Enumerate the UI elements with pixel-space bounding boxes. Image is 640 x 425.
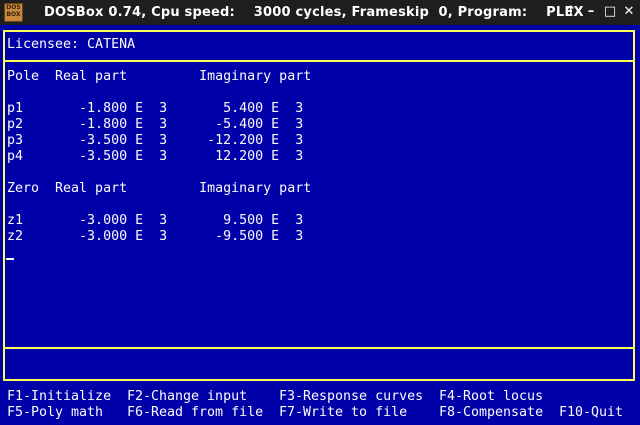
licensee-label: Licensee: CATENA	[7, 37, 136, 52]
f2-change-input-key[interactable]: F2-Change input	[127, 389, 247, 405]
frame-bottom-border	[3, 379, 635, 381]
header-divider	[3, 60, 635, 62]
f6-read-from-file-key[interactable]: F6-Read from file	[127, 405, 263, 421]
f10-quit-key[interactable]: F10-Quit	[559, 405, 623, 421]
zero-row: z1 -3.000 E 3 9.500 E 3	[7, 213, 304, 228]
close-icon[interactable]: ✕	[620, 3, 638, 21]
f1-initialize-key[interactable]: F1-Initialize	[7, 389, 111, 405]
frame-right-border	[633, 30, 635, 381]
f4-root-locus-key[interactable]: F4-Root locus	[439, 389, 543, 405]
zero-row: z2 -3.000 E 3 -9.500 E 3	[7, 229, 304, 244]
f3-response-curves-key[interactable]: F3-Response curves	[279, 389, 423, 405]
maximize-up-icon[interactable]: ↑	[562, 3, 580, 21]
text-cursor	[6, 258, 14, 260]
zero-heading: Zero Real part Imaginary part	[7, 181, 312, 196]
status-divider	[3, 347, 635, 349]
pole-row: p2 -1.800 E 3 -5.400 E 3	[7, 117, 304, 132]
dosbox-logo-icon: DOS BOX	[4, 3, 23, 22]
f7-write-to-file-key[interactable]: F7-Write to file	[279, 405, 407, 421]
f8-compensate-key[interactable]: F8-Compensate	[439, 405, 543, 421]
frame-left-border	[3, 30, 5, 381]
pole-row: p1 -1.800 E 3 5.400 E 3	[7, 101, 304, 116]
minimize-icon[interactable]: –	[582, 3, 600, 21]
pole-heading: Pole Real part Imaginary part	[7, 69, 312, 84]
pole-row: p4 -3.500 E 3 12.200 E 3	[7, 149, 304, 164]
window-titlebar[interactable]: DOS BOX DOSBox 0.74, Cpu speed: 3000 cyc…	[0, 0, 640, 25]
pole-row: p3 -3.500 E 3 -12.200 E 3	[7, 133, 304, 148]
restore-icon[interactable]: □	[601, 3, 619, 21]
f5-poly-math-key[interactable]: F5-Poly math	[7, 405, 103, 421]
frame-top-border	[3, 30, 635, 32]
dos-screen[interactable]: Licensee: CATENA Pole Real part Imaginar…	[0, 25, 640, 425]
window-title: DOSBox 0.74, Cpu speed: 3000 cycles, Fra…	[44, 5, 584, 20]
